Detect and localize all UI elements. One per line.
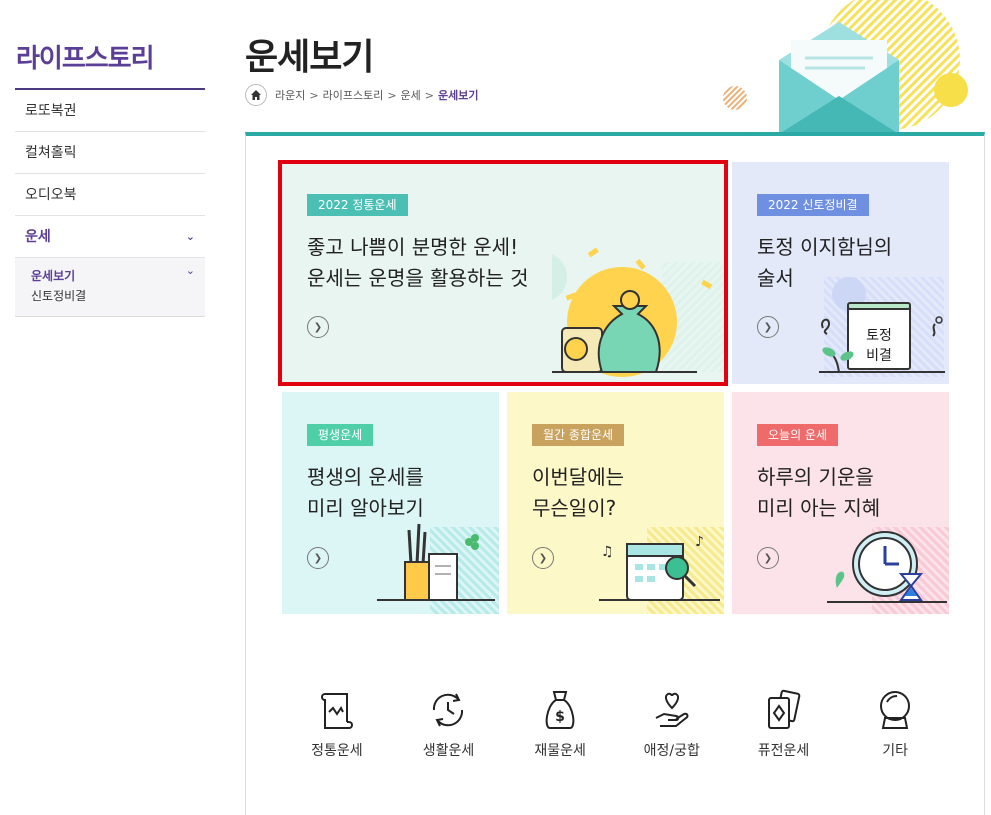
fortune-content: 2022 정통운세 좋고 나쁨이 분명한 운세! 운세는 운명을 활용하는 것 … [245, 132, 985, 815]
category-label: 재물운세 [534, 743, 586, 759]
category-label: 애정/궁합 [643, 743, 700, 759]
breadcrumb: 라운지 > 라이프스토리 > 운세 > 운세보기 [245, 84, 479, 106]
chevron-right-icon[interactable]: ❯ [532, 547, 554, 569]
heart-hand-icon [655, 692, 689, 727]
card-tojeong[interactable]: 2022 신토정비결 토정 이지함님의 술서 ❯ 토정 비결 [732, 162, 949, 384]
cycle-icon [433, 693, 464, 727]
category-wealth[interactable]: $ 재물운세 [510, 688, 610, 760]
sidebar-item-fortune[interactable]: 운세 ⌄ [15, 216, 205, 258]
category-traditional[interactable]: 정통운세 [287, 688, 387, 760]
svg-text:♫: ♫ [601, 544, 614, 560]
card-traditional-fortune[interactable]: 2022 정통운세 좋고 나쁨이 분명한 운세! 운세는 운명을 활용하는 것 … [282, 162, 725, 384]
category-fusion[interactable]: 퓨전운세 [733, 688, 833, 760]
breadcrumb-separator: > [309, 88, 319, 102]
breadcrumb-lifestory[interactable]: 라이프스토리 [323, 87, 384, 103]
page-title: 운세보기 [245, 37, 374, 78]
chevron-right-icon[interactable]: ❯ [307, 547, 329, 569]
card-tag: 2022 신토정비결 [757, 194, 869, 216]
category-label: 정통운세 [311, 743, 363, 759]
breadcrumb-separator: > [424, 88, 435, 102]
chevron-right-icon[interactable]: ❯ [307, 316, 329, 338]
money-bag-illustration [552, 247, 725, 377]
sidebar-item-label: 운세 [25, 229, 51, 245]
breadcrumb-current: 운세보기 [438, 89, 479, 102]
sidebar-item-culture[interactable]: 컬쳐홀릭 [15, 132, 205, 174]
cards-icon [768, 689, 801, 729]
card-tag: 평생운세 [307, 424, 374, 446]
chevron-right-icon[interactable]: ❯ [757, 547, 779, 569]
sidebar-title[interactable]: 라이프스토리 [15, 38, 205, 90]
card-title: 좋고 나쁨이 분명한 운세! 운세는 운명을 활용하는 것 [307, 232, 528, 294]
card-tag: 월간 종합운세 [532, 424, 625, 446]
scroll-icon [320, 693, 353, 729]
chevron-right-icon[interactable]: ❯ [757, 316, 779, 338]
card-title-line1: 평생의 운세를 [307, 465, 424, 489]
calendar-illustration: ♫ ♪ [599, 534, 720, 601]
breadcrumb-fortune[interactable]: 운세 [401, 87, 421, 103]
card-title: 하루의 기운을 미리 아는 지혜 [757, 462, 880, 524]
card-title-line2: 운세는 운명을 활용하는 것 [307, 266, 529, 290]
card-daily-fortune[interactable]: 오늘의 운세 하루의 기운을 미리 아는 지혜 ❯ [732, 392, 949, 614]
chevron-down-icon: ⌄ [185, 264, 195, 277]
category-life[interactable]: 생활운세 [398, 688, 498, 760]
sidebar: 라이프스토리 로또복권 컬쳐홀릭 오디오북 운세 ⌄ 운세보기 ⌄ 신토정비결 [15, 0, 205, 317]
card-title-line1: 이번달에는 [532, 465, 624, 489]
card-title-line1: 하루의 기운을 [757, 465, 874, 489]
card-tag: 2022 정통운세 [307, 194, 408, 216]
sidebar-item-lotto[interactable]: 로또복권 [15, 90, 205, 132]
pen-cup-illustration [377, 523, 495, 601]
home-icon[interactable] [245, 84, 267, 106]
clock-illustration [827, 531, 947, 603]
card-lifetime-fortune[interactable]: 평생운세 평생의 운세를 미리 알아보기 ❯ [282, 392, 499, 614]
category-etc[interactable]: 기타 [845, 688, 945, 760]
card-title-line1: 토정 이지함님의 [757, 235, 893, 259]
card-title-line2: 미리 아는 지혜 [757, 496, 881, 520]
crystal-ball-icon [880, 691, 911, 729]
chevron-down-icon: ⌄ [185, 230, 195, 243]
card-tag: 오늘의 운세 [757, 424, 839, 446]
svg-text:$: $ [555, 709, 565, 725]
card-title-line1: 좋고 나쁨이 분명한 운세! [307, 235, 519, 259]
sidebar-subitem-tojeong[interactable]: 신토정비결 [31, 286, 205, 306]
card-title-line2: 미리 알아보기 [307, 496, 424, 520]
svg-text:♪: ♪ [695, 534, 704, 550]
breadcrumb-separator: > [387, 88, 397, 102]
sidebar-subitem-fortune-view[interactable]: 운세보기 [31, 266, 205, 286]
sidebar-submenu: 운세보기 ⌄ 신토정비결 [15, 258, 205, 317]
card-title: 이번달에는 무슨일이? [532, 462, 624, 524]
card-title-line2: 무슨일이? [532, 496, 617, 520]
envelope-illustration [723, 0, 968, 134]
category-label: 기타 [882, 743, 908, 759]
sidebar-item-audiobook[interactable]: 오디오북 [15, 174, 205, 216]
card-title: 평생의 운세를 미리 알아보기 [307, 462, 424, 524]
category-love[interactable]: 애정/궁합 [622, 688, 722, 760]
category-label: 퓨전운세 [757, 743, 810, 759]
breadcrumb-lounge[interactable]: 라운지 [275, 87, 305, 103]
card-monthly-fortune[interactable]: 월간 종합운세 이번달에는 무슨일이? ❯ ♫ ♪ [507, 392, 724, 614]
money-bag-icon: $ [545, 691, 575, 729]
category-label: 생활운세 [422, 743, 475, 759]
category-row: 정통운세 생활운세 $ 재물운세 애정/궁합 퓨전운세 기타 [246, 688, 986, 760]
leaf-decoration [819, 316, 945, 373]
book-cover [847, 302, 911, 310]
